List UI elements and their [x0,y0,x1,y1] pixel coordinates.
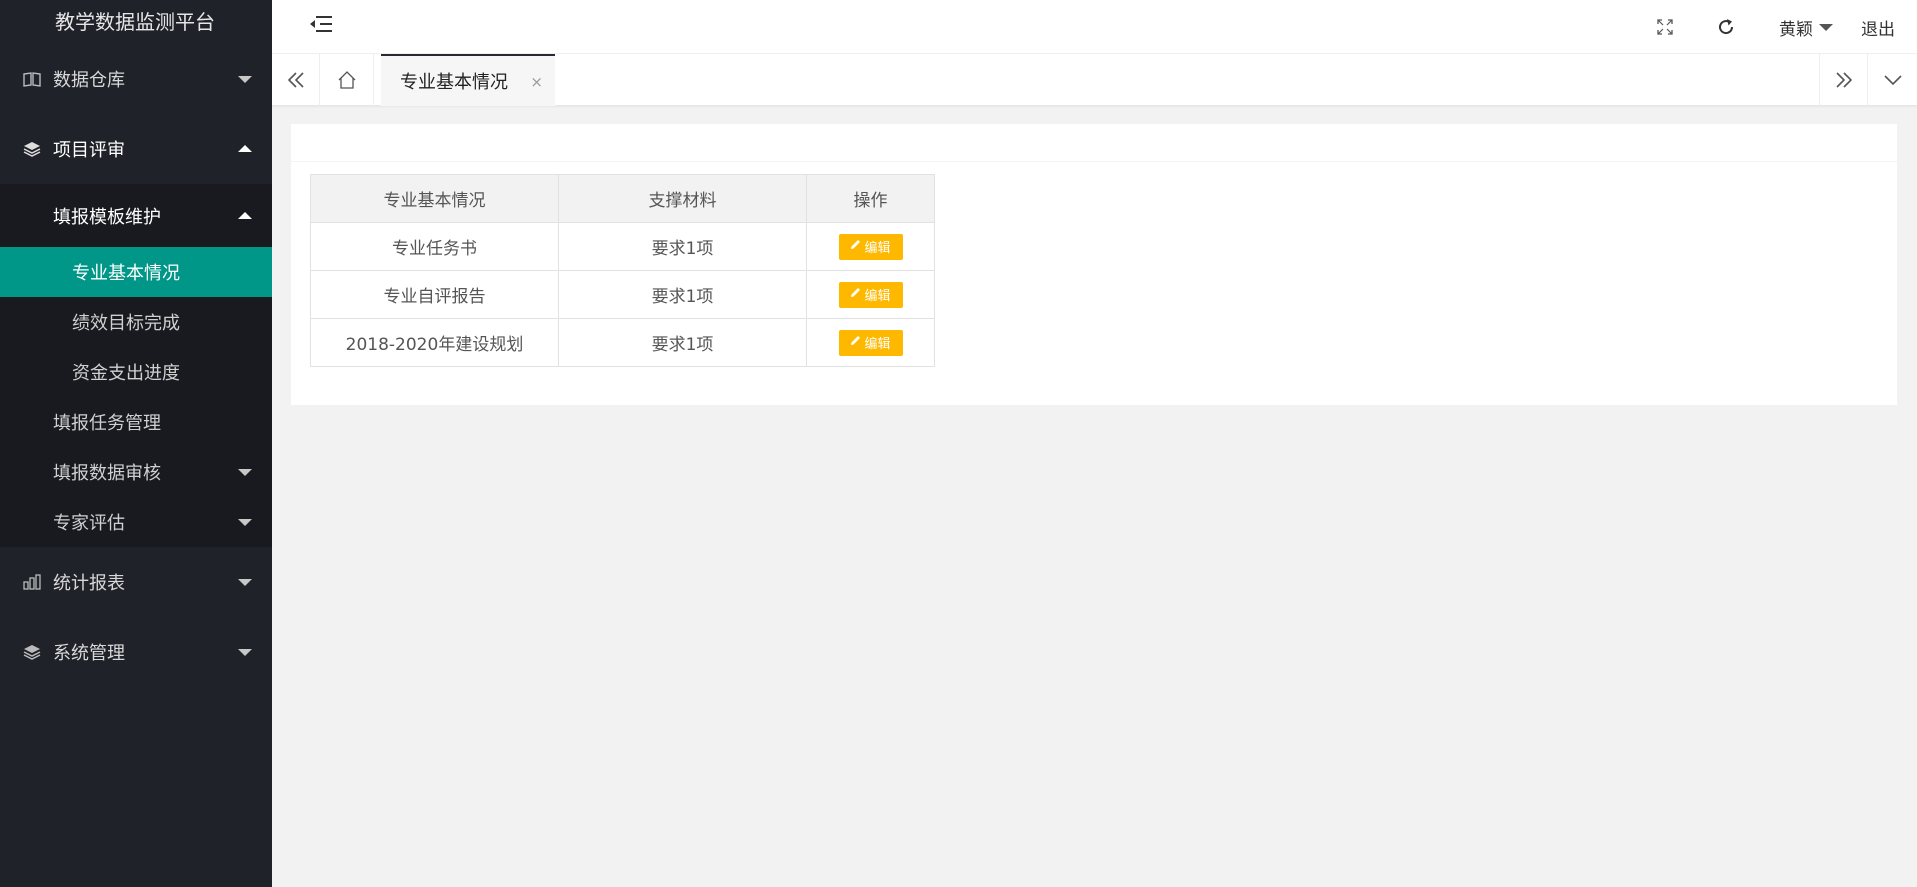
table-row: 专业自评报告 要求1项 编辑 [310,270,935,319]
sidebar-item-fund-progress[interactable]: 资金支出进度 [0,347,272,397]
close-icon[interactable]: × [530,73,543,91]
user-menu[interactable]: 黄颖 [1757,0,1847,54]
sidebar-item-label: 数据仓库 [53,70,125,91]
chevron-down-icon [1819,23,1833,31]
sidebar: 教学数据监测平台 数据仓库 项目评审 填报模板维护 专业基本情况 绩效目标完成 … [0,0,272,887]
chevron-down-icon [238,76,252,83]
sidebar-item-label: 绩效目标完成 [72,313,180,334]
layers-icon [21,138,43,160]
tab-label: 专业基本情况 [400,72,508,93]
table-header-row: 专业基本情况 支撑材料 操作 [310,174,935,223]
user-name: 黄颖 [1779,19,1813,40]
chevron-up-icon [238,211,252,219]
sidebar-item-data-audit[interactable]: 填报数据审核 [0,447,272,497]
row-actions: 编辑 [806,318,935,367]
chevron-down-icon [238,649,252,656]
tabs-scroll-left-icon[interactable] [272,54,320,106]
tabs-scroll-right-icon[interactable] [1819,54,1867,106]
logout-button[interactable]: 退出 [1847,0,1917,54]
sidebar-item-label: 资金支出进度 [72,363,180,384]
table-row: 专业任务书 要求1项 编辑 [310,222,935,271]
edit-button-label: 编辑 [864,337,891,352]
edit-button[interactable]: 编辑 [838,233,903,260]
edit-button[interactable]: 编辑 [838,281,903,308]
book-icon [21,68,43,90]
sidebar-item-template-maintenance[interactable]: 填报模板维护 [0,184,272,247]
row-requirement: 要求1项 [558,270,807,319]
project-review-submenu: 填报模板维护 专业基本情况 绩效目标完成 资金支出进度 填报任务管理 填报数据审… [0,184,272,547]
sidebar-item-basic-info[interactable]: 专业基本情况 [0,247,272,297]
pencil-icon [850,239,861,254]
chevron-down-icon [238,579,252,586]
pencil-icon [850,287,861,302]
row-name: 专业自评报告 [310,270,559,319]
tabs-dropdown-icon[interactable] [1867,54,1917,106]
card-header [291,124,1897,162]
table-row: 2018-2020年建设规划 要求1项 编辑 [310,318,935,367]
layers-icon [21,641,43,663]
sidebar-item-system-management[interactable]: 系统管理 [0,617,272,687]
tabs-bar: 专业基本情况 × [272,54,1917,106]
column-header: 支撑材料 [558,174,807,223]
chevron-down-icon [238,519,252,526]
chevron-down-icon [238,469,252,476]
refresh-icon[interactable] [1695,0,1757,54]
sidebar-item-label: 填报数据审核 [53,463,161,484]
edit-button[interactable]: 编辑 [838,329,903,356]
sidebar-item-performance-goals[interactable]: 绩效目标完成 [0,297,272,347]
sidebar-item-project-review[interactable]: 项目评审 [0,114,272,184]
row-actions: 编辑 [806,270,935,319]
sidebar-item-label: 系统管理 [53,643,125,664]
sidebar-item-label: 专业基本情况 [72,263,180,284]
column-header: 操作 [806,174,935,223]
column-header: 专业基本情况 [310,174,559,223]
sidebar-item-statistics[interactable]: 统计报表 [0,547,272,617]
row-requirement: 要求1项 [558,222,807,271]
app-title: 教学数据监测平台 [55,10,215,34]
sidebar-item-expert-evaluation[interactable]: 专家评估 [0,497,272,547]
row-name: 2018-2020年建设规划 [310,318,559,367]
sidebar-item-label: 统计报表 [53,573,125,594]
row-name: 专业任务书 [310,222,559,271]
edit-button-label: 编辑 [864,241,891,256]
template-table: 专业基本情况 支撑材料 操作 专业任务书 要求1项 编辑 专业自评报告 要求1项 [310,174,935,367]
sidebar-item-label: 专家评估 [53,513,125,534]
bar-chart-icon [21,571,43,593]
content-card: 专业基本情况 支撑材料 操作 专业任务书 要求1项 编辑 专业自评报告 要求1项 [291,124,1897,405]
menu-fold-icon[interactable] [310,14,334,34]
chevron-up-icon [238,145,252,152]
sidebar-item-label: 填报模板维护 [53,206,161,228]
sidebar-item-label: 项目评审 [53,140,125,161]
tab-basic-info[interactable]: 专业基本情况 × [381,54,555,106]
fullscreen-icon[interactable] [1635,0,1695,54]
sidebar-item-task-management[interactable]: 填报任务管理 [0,397,272,447]
edit-button-label: 编辑 [864,289,891,304]
top-header: 黄颖 退出 [272,0,1917,54]
sidebar-item-label: 填报任务管理 [53,413,161,434]
row-actions: 编辑 [806,222,935,271]
sidebar-item-data-warehouse[interactable]: 数据仓库 [0,44,272,114]
pencil-icon [850,335,861,350]
home-icon[interactable] [320,54,374,106]
row-requirement: 要求1项 [558,318,807,367]
